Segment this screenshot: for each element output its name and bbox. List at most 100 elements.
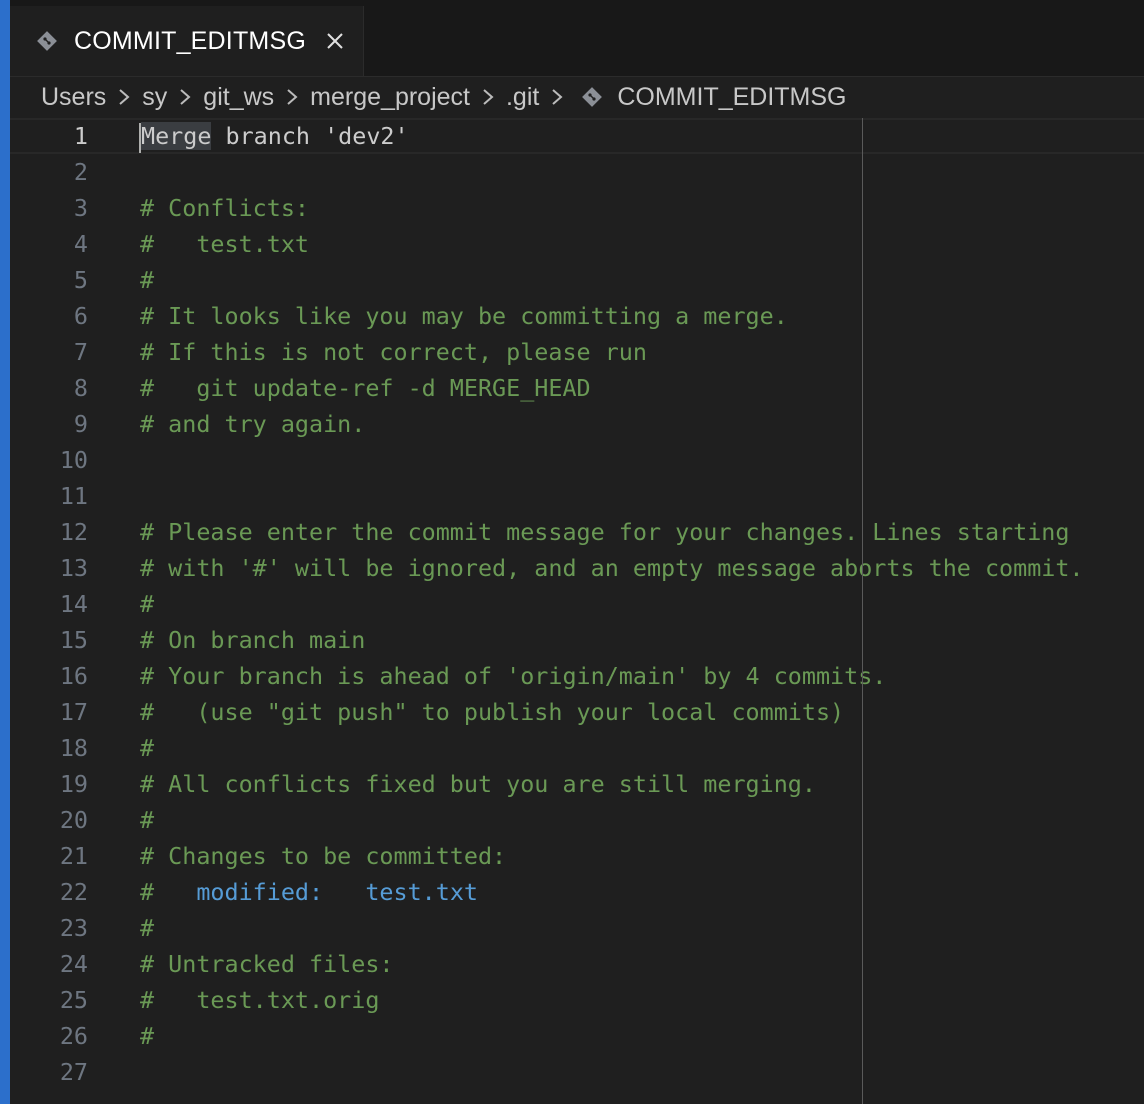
editor-line[interactable]: 8 # git update-ref -d MERGE_HEAD xyxy=(10,370,1144,406)
line-text: # test.txt.orig xyxy=(140,986,380,1014)
editor-line[interactable]: 19 # All conflicts fixed but you are stil… xyxy=(10,766,1144,802)
editor-line[interactable]: 6 # It looks like you may be committing a… xyxy=(10,298,1144,334)
active-editor-indicator xyxy=(0,0,10,1104)
line-number: 24 xyxy=(59,950,88,978)
line-number: 19 xyxy=(59,770,88,798)
breadcrumb-item-sy[interactable]: sy xyxy=(142,83,167,112)
git-diamond-icon xyxy=(581,86,603,108)
line-number: 3 xyxy=(73,194,88,222)
line-text: # xyxy=(140,734,155,762)
line-text: # xyxy=(140,590,155,618)
line-text: # Changes to be committed: xyxy=(140,842,507,870)
editor-line[interactable]: 5 # xyxy=(10,262,1144,298)
editor-line[interactable]: 12 # Please enter the commit message for … xyxy=(10,514,1144,550)
editor-line[interactable]: 18 # xyxy=(10,730,1144,766)
editor-line[interactable]: 27 xyxy=(10,1054,1144,1090)
editor-line[interactable]: 23 # xyxy=(10,910,1144,946)
line-number: 27 xyxy=(59,1058,88,1086)
line-number: 25 xyxy=(59,986,88,1014)
line-number: 22 xyxy=(59,878,88,906)
line-number: 6 xyxy=(73,302,88,330)
editor-line[interactable]: 3 # Conflicts: xyxy=(10,190,1144,226)
breadcrumb-item-merge-project[interactable]: merge_project xyxy=(310,83,470,112)
line-text: # xyxy=(140,914,155,942)
line-text: # (use "git push" to publish your local … xyxy=(140,698,845,726)
editor-line[interactable]: 20 # xyxy=(10,802,1144,838)
line-number: 16 xyxy=(59,662,88,690)
line-number: 15 xyxy=(59,626,88,654)
line-text-rest: branch 'dev2' xyxy=(211,122,409,150)
breadcrumb: Users sy git_ws merge_project .git COMMI… xyxy=(41,76,847,118)
editor-line[interactable]: 16 # Your branch is ahead of 'origin/main… xyxy=(10,658,1144,694)
editor-line[interactable]: 17 # (use "git push" to publish your loca… xyxy=(10,694,1144,730)
line-text: # modified: test.txt xyxy=(140,874,478,910)
chevron-right-icon xyxy=(112,85,136,109)
line-number: 9 xyxy=(73,410,88,438)
line-number: 17 xyxy=(59,698,88,726)
line-number: 21 xyxy=(59,842,88,870)
line-text: # Your branch is ahead of 'origin/main' … xyxy=(140,662,887,690)
line-text: # xyxy=(140,806,155,834)
editor-line[interactable]: 15 # On branch main xyxy=(10,622,1144,658)
editor-line[interactable]: 24 # Untracked files: xyxy=(10,946,1144,982)
editor-line[interactable]: 21 # Changes to be committed: xyxy=(10,838,1144,874)
line-number: 13 xyxy=(59,554,88,582)
close-icon[interactable] xyxy=(324,30,346,52)
editor-line[interactable]: 2 xyxy=(10,154,1144,190)
code-editor[interactable]: 1 Merge branch 'dev2' 2 3 # Conflicts: 4 # tes… xyxy=(10,118,1144,1104)
line-text: # On branch main xyxy=(140,626,366,654)
breadcrumb-item-git-ws[interactable]: git_ws xyxy=(203,83,274,112)
line-text: # Conflicts: xyxy=(140,194,309,222)
chevron-right-icon xyxy=(280,85,304,109)
chevron-right-icon xyxy=(173,85,197,109)
comment-prefix: # xyxy=(140,878,197,906)
tab-commit-editmsg[interactable]: COMMIT_EDITMSG xyxy=(10,6,364,76)
line-number: 11 xyxy=(59,482,88,510)
editor-line[interactable]: 1 Merge branch 'dev2' xyxy=(10,118,1144,154)
editor-ruler xyxy=(862,118,863,1104)
breadcrumb-item-users[interactable]: Users xyxy=(41,83,106,112)
line-text: # Please enter the commit message for yo… xyxy=(140,518,1070,546)
git-diamond-icon xyxy=(36,30,58,52)
line-number: 4 xyxy=(73,230,88,258)
breadcrumb-item-git[interactable]: .git xyxy=(506,83,539,112)
line-number: 2 xyxy=(73,158,88,186)
line-text: # Untracked files: xyxy=(140,950,394,978)
chevron-right-icon xyxy=(476,85,500,109)
selected-text: Merge xyxy=(141,122,212,150)
editor-line[interactable]: 10 xyxy=(10,442,1144,478)
chevron-right-icon xyxy=(545,85,569,109)
line-number: 14 xyxy=(59,590,88,618)
editor-line[interactable]: 25 # test.txt.orig xyxy=(10,982,1144,1018)
line-text: # test.txt xyxy=(140,230,309,258)
editor-line[interactable]: 14 # xyxy=(10,586,1144,622)
line-text: # with '#' will be ignored, and an empty… xyxy=(140,554,1084,582)
line-text: # xyxy=(140,266,155,294)
line-text: # git update-ref -d MERGE_HEAD xyxy=(140,374,591,402)
line-text: Merge branch 'dev2' xyxy=(139,120,409,153)
status-keyword: modified: test.txt xyxy=(196,878,478,906)
line-number: 1 xyxy=(73,122,88,150)
editor-line[interactable]: 26 # xyxy=(10,1018,1144,1054)
line-number: 18 xyxy=(59,734,88,762)
tab-label: COMMIT_EDITMSG xyxy=(74,26,306,55)
editor-window: COMMIT_EDITMSG Users sy git_ws merge_pro… xyxy=(0,0,1144,1104)
line-text: # xyxy=(140,1022,155,1050)
line-number: 12 xyxy=(59,518,88,546)
line-text: # If this is not correct, please run xyxy=(140,338,647,366)
editor-line[interactable]: 13 # with '#' will be ignored, and an emp… xyxy=(10,550,1144,586)
line-number: 23 xyxy=(59,914,88,942)
line-number: 7 xyxy=(73,338,88,366)
line-number: 5 xyxy=(73,266,88,294)
breadcrumb-item-commit-editmsg[interactable]: COMMIT_EDITMSG xyxy=(617,83,846,112)
editor-line[interactable]: 7 # If this is not correct, please run xyxy=(10,334,1144,370)
line-number: 26 xyxy=(59,1022,88,1050)
editor-line[interactable]: 11 xyxy=(10,478,1144,514)
editor-line[interactable]: 9 # and try again. xyxy=(10,406,1144,442)
line-text: # It looks like you may be committing a … xyxy=(140,302,788,330)
line-text: # All conflicts fixed but you are still … xyxy=(140,770,816,798)
line-text: # and try again. xyxy=(140,410,366,438)
editor-line[interactable]: 22 # modified: test.txt xyxy=(10,874,1144,910)
line-number: 8 xyxy=(73,374,88,402)
editor-line[interactable]: 4 # test.txt xyxy=(10,226,1144,262)
